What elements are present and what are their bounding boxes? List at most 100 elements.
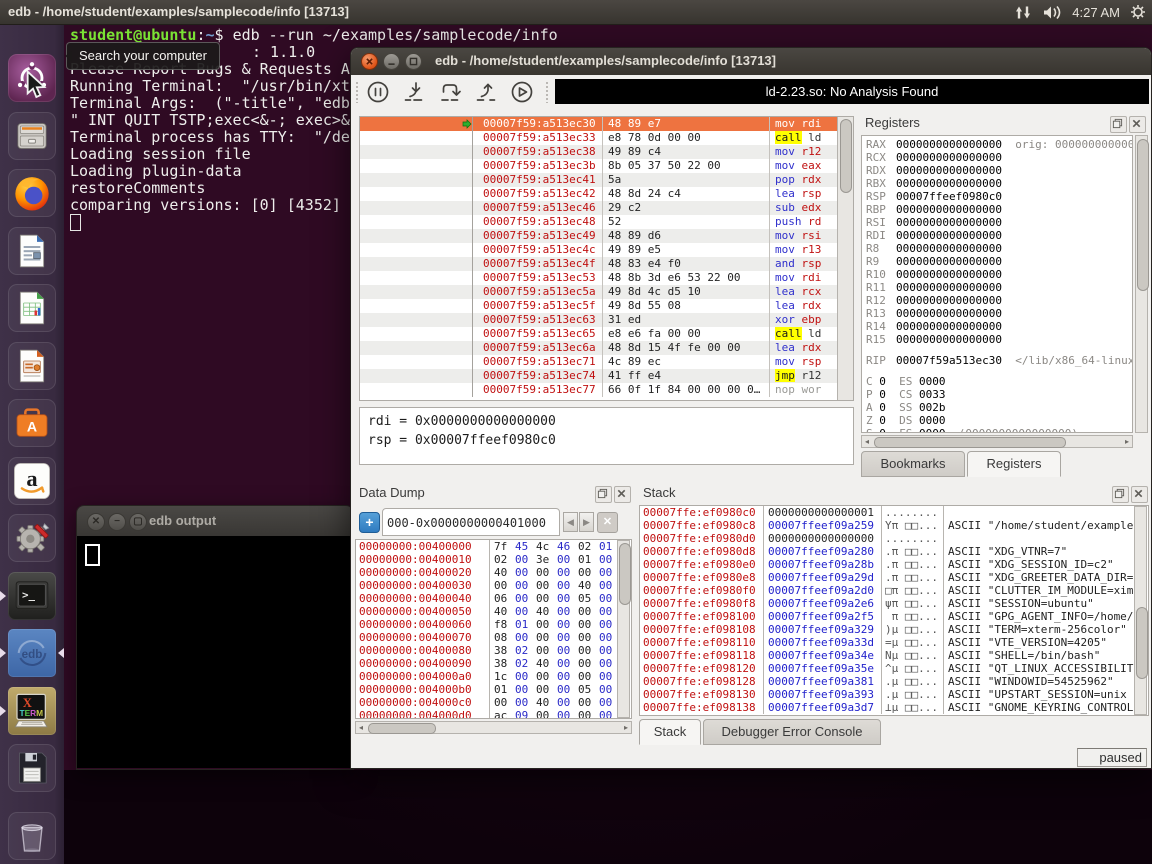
register-row[interactable]: RCX0000000000000000	[866, 151, 1132, 164]
stack-row[interactable]: 00007ffe:ef09813000007ffeef09a393.μ □□..…	[640, 688, 1148, 701]
launcher-item-system-settings[interactable]	[8, 514, 56, 562]
dump-region-tab[interactable]: 000-0x0000000000401000	[382, 508, 560, 536]
launcher-item-libreoffice-impress[interactable]	[8, 342, 56, 390]
stack-row[interactable]: 00007ffe:ef0980d800007ffeef09a280.π □□..…	[640, 545, 1148, 558]
stack-row[interactable]: 00007ffe:ef0980c800007ffeef09a259Yπ □□..…	[640, 519, 1148, 532]
launcher-item-terminal[interactable]: >_	[8, 572, 56, 620]
hex-dump-row[interactable]: 00000000:00400030000000004000	[356, 579, 631, 592]
stack-row[interactable]: 00007ffe:ef0980c00000000000000001.......…	[640, 506, 1148, 519]
step-into-button[interactable]	[401, 79, 427, 105]
stack-row[interactable]: 00007ffe:ef09812000007ffeef09a35e^μ □□..…	[640, 662, 1148, 675]
disassembly-scrollbar[interactable]	[837, 117, 853, 400]
disassembly-view[interactable]: 00007f59:a513ec3048 89 e7mov rdi00007f59…	[359, 116, 854, 401]
registers-hscrollbar[interactable]: ◂ ▸	[861, 435, 1133, 448]
close-dump-tab-button[interactable]: ✕	[597, 512, 618, 533]
scrollbar-thumb[interactable]	[840, 119, 852, 193]
disasm-row[interactable]: 00007f59:a513ec714c 89 ecmov rsp	[360, 355, 853, 369]
maximize-button[interactable]	[405, 53, 422, 70]
tab-scroll-left-icon[interactable]: ◀	[563, 512, 578, 532]
register-row[interactable]: RDI0000000000000000	[866, 229, 1132, 242]
registers-list[interactable]: RAX0000000000000000 orig: 00000000000000…	[861, 135, 1133, 433]
hex-dump-row[interactable]: 00000000:004000d0ac0900000000	[356, 709, 631, 719]
dump-hscrollbar[interactable]: ◂ ▸	[355, 721, 632, 734]
disasm-row[interactable]: 00007f59:a513ec4852push rd	[360, 215, 853, 229]
close-button[interactable]	[361, 53, 378, 70]
hex-dump-row[interactable]: 00000000:00400020400000000000	[356, 566, 631, 579]
register-row[interactable]: RDX0000000000000000	[866, 164, 1132, 177]
disasm-row[interactable]: 00007f59:a513ec6a48 8d 15 4f fe 00 00lea…	[360, 341, 853, 355]
stack-row[interactable]: 00007ffe:ef09812800007ffeef09a381.μ □□..…	[640, 675, 1148, 688]
flag-row[interactable]: A 0 SS 002b	[866, 401, 1132, 414]
flag-row[interactable]: S 0 FS 0000 (0000000000000000)	[866, 427, 1132, 433]
disasm-row[interactable]: 00007f59:a513ec5a49 8d 4c d5 10lea rcx	[360, 285, 853, 299]
disasm-row[interactable]: 00007f59:a513ec415apop rdx	[360, 173, 853, 187]
disasm-row[interactable]: 00007f59:a513ec3b8b 05 37 50 22 00mov ea…	[360, 159, 853, 173]
edb-output-window[interactable]: ✕ − ▢ edb output	[76, 505, 354, 770]
launcher-item-libreoffice-writer[interactable]	[8, 227, 56, 275]
disasm-row[interactable]: 00007f59:a513ec5348 8b 3d e6 53 22 00mov…	[360, 271, 853, 285]
flag-row[interactable]: C 0 ES 0000	[866, 375, 1132, 388]
launcher-item-amazon[interactable]: a	[8, 457, 56, 505]
edb-titlebar[interactable]: edb - /home/student/examples/samplecode/…	[351, 48, 1151, 75]
registers-vscrollbar[interactable]	[1135, 135, 1148, 433]
toolbar-grip[interactable]	[545, 81, 549, 103]
scrollbar-thumb[interactable]	[619, 543, 631, 605]
register-row[interactable]: R150000000000000000	[866, 333, 1132, 346]
launcher-item-edb[interactable]: edb	[8, 629, 56, 677]
hex-dump-row[interactable]: 00000000:00400070080000000000	[356, 631, 631, 644]
register-row[interactable]: R110000000000000000	[866, 281, 1132, 294]
hex-dump-row[interactable]: 00000000:004000007f454c460201	[356, 540, 631, 553]
hex-dump-row[interactable]: 00000000:00400090380240000000	[356, 657, 631, 670]
disasm-row[interactable]: 00007f59:a513ec5f49 8d 55 08lea rdx	[360, 299, 853, 313]
stack-row[interactable]: 00007ffe:ef09810800007ffeef09a329)μ □□..…	[640, 623, 1148, 636]
hex-dump-row[interactable]: 00000000:00400040060000000500	[356, 592, 631, 605]
disasm-row[interactable]: 00007f59:a513ec3048 89 e7mov rdi	[360, 117, 853, 131]
launcher-item-files[interactable]	[8, 112, 56, 160]
hex-dump-row[interactable]: 00000000:00400080380200000000	[356, 644, 631, 657]
tab-registers[interactable]: Registers	[967, 451, 1061, 477]
stack-row[interactable]: 00007ffe:ef09811800007ffeef09a34eNμ □□..…	[640, 649, 1148, 662]
disasm-row[interactable]: 00007f59:a513ec4f48 83 e4 f0and rsp	[360, 257, 853, 271]
disasm-row[interactable]: 00007f59:a513ec33e8 78 0d 00 00call ld	[360, 131, 853, 145]
register-row[interactable]: RAX0000000000000000 orig: 00000000000000	[866, 138, 1132, 151]
register-row[interactable]: RBP0000000000000000	[866, 203, 1132, 216]
disasm-row[interactable]: 00007f59:a513ec7441 ff e4jmp r12	[360, 369, 853, 383]
disasm-row[interactable]: 00007f59:a513ec3849 89 c4mov r12	[360, 145, 853, 159]
flag-row[interactable]: Z 0 DS 0000	[866, 414, 1132, 427]
dump-vscrollbar[interactable]	[617, 540, 630, 718]
disasm-row[interactable]: 00007f59:a513ec4948 89 d6mov rsi	[360, 229, 853, 243]
close-panel-icon[interactable]	[1131, 486, 1148, 503]
stack-vscrollbar[interactable]	[1134, 506, 1147, 715]
launcher-item-floppy-archiver[interactable]	[8, 744, 56, 792]
register-row[interactable]: R120000000000000000	[866, 294, 1132, 307]
minimize-button[interactable]: −	[108, 513, 126, 531]
launcher-item-trash[interactable]	[8, 812, 56, 860]
register-row[interactable]: RSP00007ffeef0980c0	[866, 190, 1132, 203]
hex-dump-row[interactable]: 00000000:004000b0010000000500	[356, 683, 631, 696]
disasm-row[interactable]: 00007f59:a513ec4c49 89 e5mov r13	[360, 243, 853, 257]
launcher-item-libreoffice-calc[interactable]	[8, 284, 56, 332]
stack-row[interactable]: 00007ffe:ef0980d00000000000000000.......…	[640, 532, 1148, 545]
register-row[interactable]: R80000000000000000	[866, 242, 1132, 255]
register-row[interactable]: R130000000000000000	[866, 307, 1132, 320]
edb-output-titlebar[interactable]: ✕ − ▢ edb output	[77, 506, 353, 536]
float-panel-icon[interactable]	[595, 486, 612, 503]
launcher-item-firefox[interactable]	[8, 169, 56, 217]
session-gear-icon[interactable]	[1130, 4, 1146, 20]
launcher-item-ubuntu-software[interactable]: A	[8, 399, 56, 447]
register-row[interactable]: RBX0000000000000000	[866, 177, 1132, 190]
hex-dump-row[interactable]: 00000000:0040001002003e000100	[356, 553, 631, 566]
tab-scroll-right-icon[interactable]: ▶	[579, 512, 594, 532]
disasm-row[interactable]: 00007f59:a513ec4248 8d 24 c4lea rsp	[360, 187, 853, 201]
volume-icon[interactable]	[1042, 5, 1062, 20]
clock[interactable]: 4:27 AM	[1072, 5, 1120, 20]
register-row[interactable]: RIP00007f59a513ec30 </lib/x86_64-linux-	[866, 354, 1132, 367]
disasm-row[interactable]: 00007f59:a513ec4629 c2sub edx	[360, 201, 853, 215]
close-button[interactable]: ✕	[87, 513, 105, 531]
stack-row[interactable]: 00007ffe:ef09811000007ffeef09a33d=μ □□..…	[640, 636, 1148, 649]
register-row[interactable]: R140000000000000000	[866, 320, 1132, 333]
step-out-button[interactable]	[473, 79, 499, 105]
register-row[interactable]: R90000000000000000	[866, 255, 1132, 268]
stack-row[interactable]: 00007ffe:ef0980f000007ffeef09a2d0□π □□..…	[640, 584, 1148, 597]
register-row[interactable]: RSI0000000000000000	[866, 216, 1132, 229]
